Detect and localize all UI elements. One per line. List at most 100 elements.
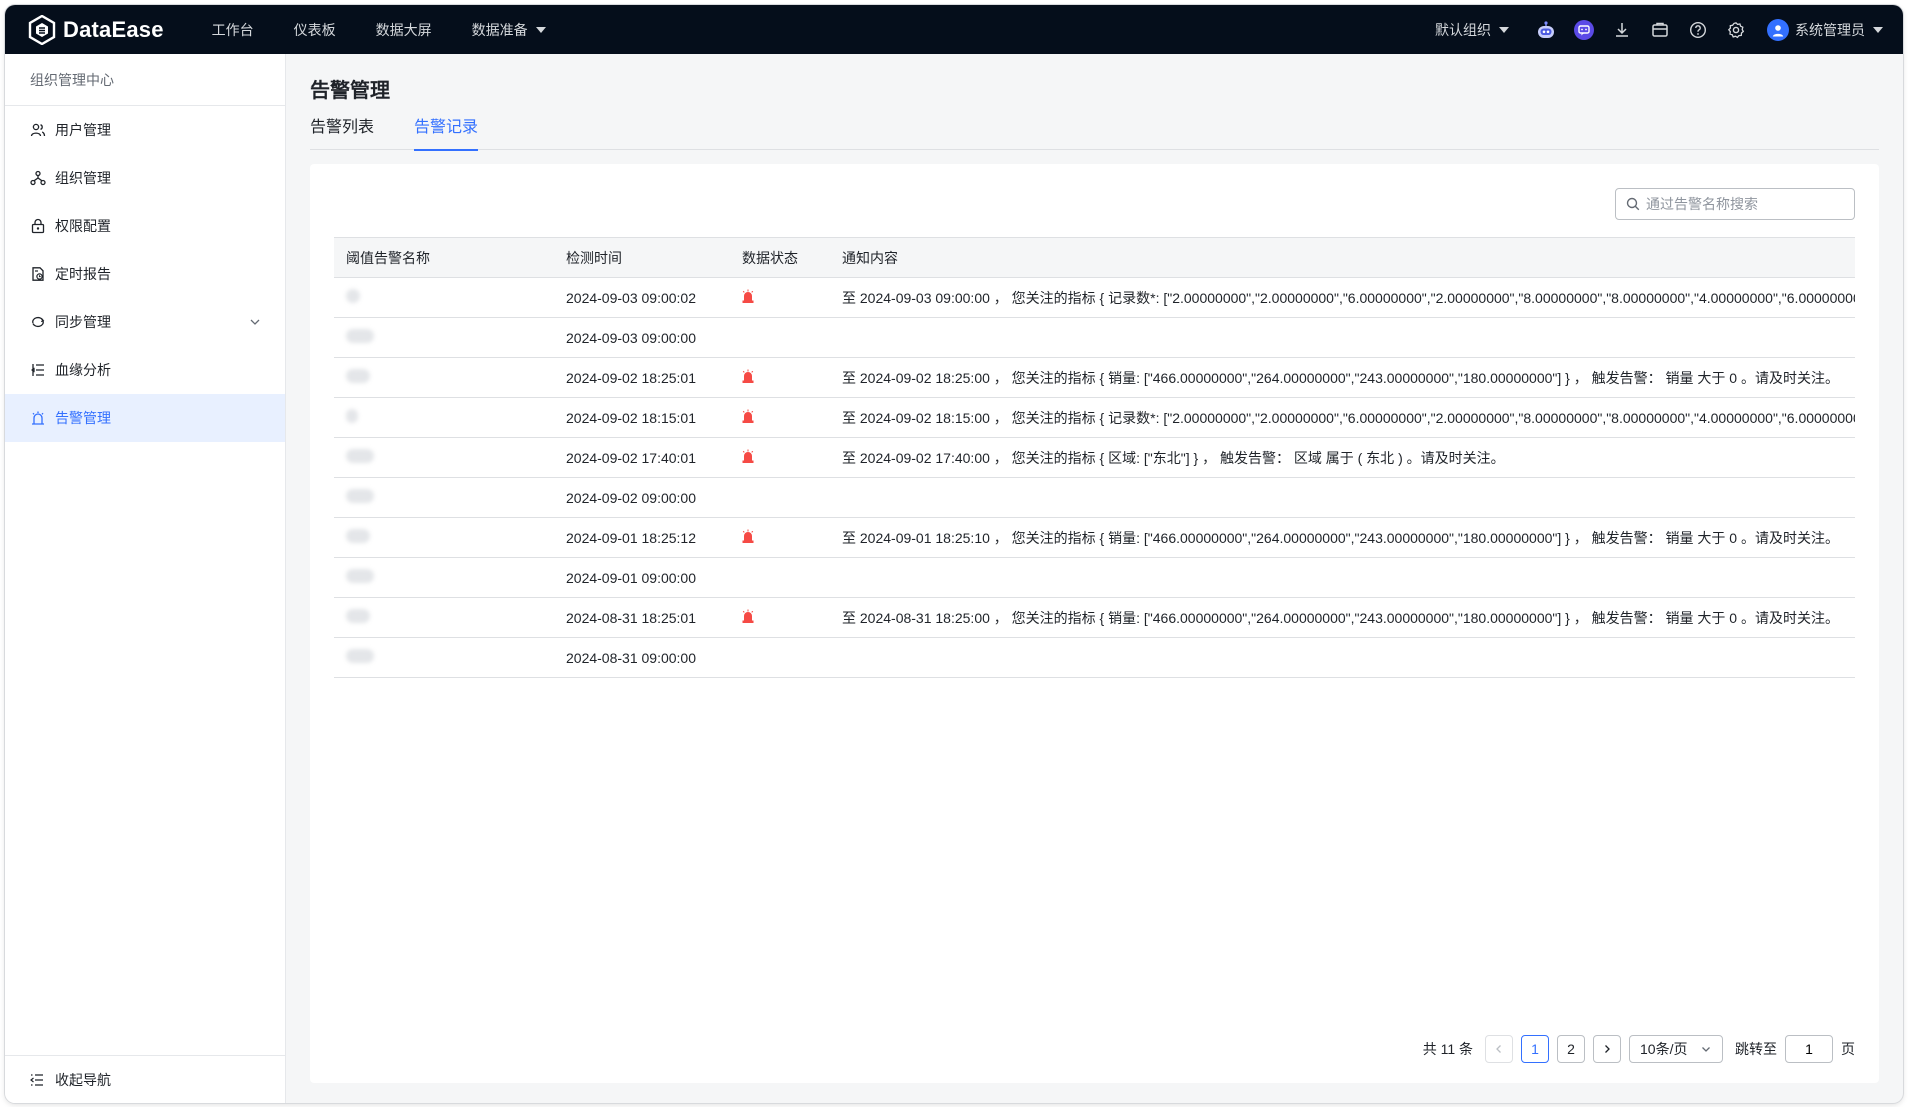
sidebar-menu: 用户管理 组织管理 权限配置 定时报告 同步管理 血缘分析 告警管理 (5, 106, 285, 442)
chevron-left-icon (1496, 1045, 1501, 1053)
search-box[interactable] (1615, 188, 1855, 220)
tab-bar: 告警列表 告警记录 (310, 116, 1879, 151)
cell-alarm-name (334, 557, 554, 598)
redacted-name (346, 529, 370, 543)
cell-notify-content (830, 317, 1855, 358)
nav-label: 仪表板 (293, 21, 336, 38)
table-row[interactable]: 2024-09-03 09:00:00 (334, 317, 1855, 358)
table-row[interactable]: 2024-09-01 09:00:00 (334, 557, 1855, 598)
cell-alarm-name (334, 637, 554, 678)
alert-siren-icon (742, 609, 754, 623)
page-suffix: 页 (1841, 1041, 1855, 1057)
table-header-row: 阈值告警名称 检测时间 数据状态 通知内容 (334, 237, 1855, 278)
cell-data-status (730, 517, 830, 558)
chevron-down-icon (250, 319, 260, 325)
nav-data-screen[interactable]: 数据大屏 (376, 20, 432, 40)
cell-alarm-name (334, 357, 554, 398)
col-header-status[interactable]: 数据状态 (730, 237, 830, 278)
sidebar-item-sync[interactable]: 同步管理 (5, 298, 285, 346)
sidebar-item-org[interactable]: 组织管理 (5, 154, 285, 202)
page-size-select[interactable]: 10条/页 (1629, 1035, 1723, 1063)
user-menu[interactable]: 系统管理员 (1767, 18, 1883, 41)
cell-check-time: 2024-09-02 18:25:01 (554, 357, 730, 398)
cell-alarm-name (334, 597, 554, 638)
redacted-name (346, 449, 374, 463)
settings-gear-icon[interactable] (1725, 19, 1747, 41)
table-row[interactable]: 2024-09-02 18:25:01 至 2024-09-02 18:25:00… (334, 357, 1855, 398)
redacted-name (346, 609, 370, 623)
cell-data-status (730, 357, 830, 398)
users-icon (29, 121, 47, 139)
sync-icon (29, 313, 47, 331)
sidebar-item-label: 血缘分析 (55, 362, 111, 378)
main-content: 告警管理 告警列表 告警记录 阈值告警名称 检测时间 (286, 54, 1903, 1103)
pagination: 共 11 条 1 2 10条/页 跳转至 页 (1423, 1035, 1855, 1063)
cell-data-status (730, 397, 830, 438)
top-navbar: DataEase 工作台 仪表板 数据大屏 数据准备 默认组织 系统管理员 (5, 5, 1903, 54)
sidebar-item-label: 权限配置 (55, 218, 111, 234)
table-row[interactable]: 2024-09-03 09:00:02 至 2024-09-03 09:00:00… (334, 277, 1855, 318)
tab-alarm-records[interactable]: 告警记录 (414, 116, 479, 151)
org-switcher[interactable]: 默认组织 (1435, 20, 1509, 40)
cell-check-time: 2024-09-03 09:00:00 (554, 317, 730, 358)
cell-data-status (730, 317, 830, 358)
sidebar-item-label: 组织管理 (55, 170, 111, 186)
table-row[interactable]: 2024-08-31 09:00:00 (334, 637, 1855, 678)
col-header-name[interactable]: 阈值告警名称 (334, 237, 554, 278)
user-name: 系统管理员 (1795, 21, 1865, 38)
next-page-button[interactable] (1593, 1035, 1621, 1063)
redacted-name (346, 569, 374, 583)
sidebar-item-scheduled-report[interactable]: 定时报告 (5, 250, 285, 298)
help-icon[interactable] (1687, 19, 1709, 41)
lineage-icon (29, 361, 47, 379)
search-input[interactable] (1646, 196, 1846, 212)
cell-notify-content (830, 637, 1855, 678)
collapse-nav-button[interactable]: 收起导航 (5, 1055, 285, 1103)
sidebar-title: 组织管理中心 (5, 54, 285, 106)
nav-label: 工作台 (211, 21, 254, 38)
cell-data-status (730, 477, 830, 518)
jump-page-input[interactable] (1785, 1035, 1833, 1063)
sidebar-item-label: 用户管理 (55, 122, 111, 138)
prev-page-button[interactable] (1485, 1035, 1513, 1063)
brand-logo[interactable]: DataEase (27, 5, 164, 54)
alert-siren-icon (742, 409, 754, 423)
ai-robot-icon[interactable] (1535, 19, 1557, 41)
caret-down-icon (1499, 26, 1509, 33)
cell-alarm-name (334, 517, 554, 558)
sidebar-item-alarm[interactable]: 告警管理 (5, 394, 285, 442)
page-button-1[interactable]: 1 (1521, 1035, 1549, 1063)
page-button-2[interactable]: 2 (1557, 1035, 1585, 1063)
records-table-wrap: 阈值告警名称 检测时间 数据状态 通知内容 2024-09-03 09:00:0… (334, 237, 1855, 678)
table-row[interactable]: 2024-09-01 18:25:12 至 2024-09-01 18:25:10… (334, 517, 1855, 558)
col-header-time[interactable]: 检测时间 (554, 237, 730, 278)
alert-siren-icon (742, 529, 754, 543)
download-icon[interactable] (1611, 19, 1633, 41)
col-header-content[interactable]: 通知内容 (830, 237, 1855, 278)
nav-dashboard[interactable]: 仪表板 (294, 20, 336, 40)
redacted-name (346, 489, 374, 503)
records-card: 阈值告警名称 检测时间 数据状态 通知内容 2024-09-03 09:00:0… (310, 164, 1879, 1083)
sidebar: 组织管理中心 用户管理 组织管理 权限配置 定时报告 同步管理 血缘分析 告警管… (5, 54, 286, 1103)
redacted-name (346, 369, 370, 383)
table-row[interactable]: 2024-09-02 18:15:01 至 2024-09-02 18:15:00… (334, 397, 1855, 438)
tab-alarm-list[interactable]: 告警列表 (310, 116, 374, 150)
redacted-name (346, 409, 358, 423)
template-market-icon[interactable] (1649, 19, 1671, 41)
avatar (1767, 18, 1789, 41)
sidebar-item-permissions[interactable]: 权限配置 (5, 202, 285, 250)
pagination-total: 共 11 条 (1422, 1041, 1473, 1057)
sidebar-item-lineage[interactable]: 血缘分析 (5, 346, 285, 394)
nav-data-prep[interactable]: 数据准备 (472, 20, 546, 40)
redacted-name (346, 329, 374, 343)
cell-notify-content (830, 557, 1855, 598)
nav-workbench[interactable]: 工作台 (212, 20, 254, 40)
search-icon (1626, 197, 1640, 211)
table-row[interactable]: 2024-08-31 18:25:01 至 2024-08-31 18:25:00… (334, 597, 1855, 638)
sidebar-item-users[interactable]: 用户管理 (5, 106, 285, 154)
table-row[interactable]: 2024-09-02 09:00:00 (334, 477, 1855, 518)
cell-check-time: 2024-09-02 17:40:01 (554, 437, 730, 478)
table-row[interactable]: 2024-09-02 17:40:01 至 2024-09-02 17:40:00… (334, 437, 1855, 478)
copilot-chat-icon[interactable] (1573, 19, 1595, 41)
cell-alarm-name (334, 277, 554, 318)
